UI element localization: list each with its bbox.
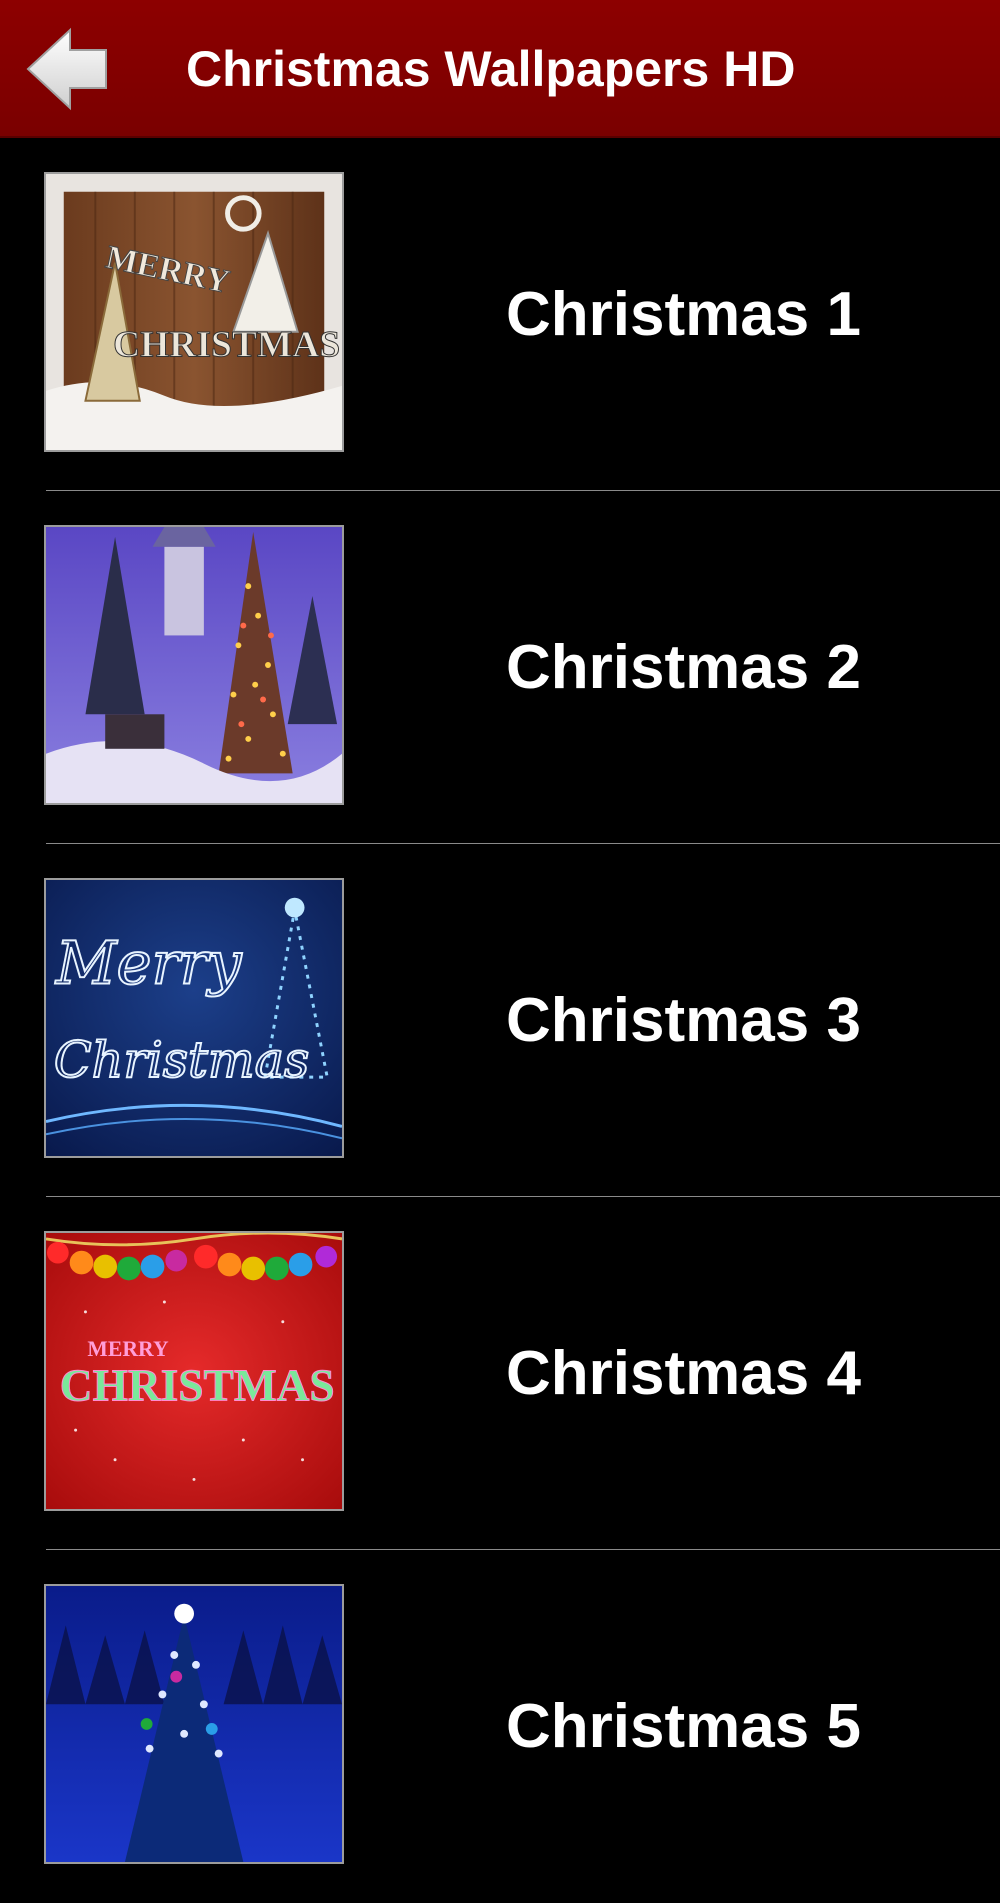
- list-item[interactable]: MERRY CHRISTMAS Christmas 4: [0, 1197, 1000, 1550]
- thumb-text-line2: Christmas: [54, 1031, 309, 1089]
- list-item-label: Christmas 4: [506, 1339, 861, 1408]
- list-item[interactable]: Christmas 5: [0, 1550, 1000, 1903]
- wallpaper-thumbnail: [44, 525, 344, 805]
- list-item[interactable]: Merry Christmas Christmas 3: [0, 844, 1000, 1197]
- wallpaper-thumbnail: Merry Christmas: [44, 878, 344, 1158]
- list-item[interactable]: Christmas 2: [0, 491, 1000, 844]
- wallpaper-thumbnail: [44, 1584, 344, 1864]
- thumb-text-line1: Merry: [55, 929, 243, 998]
- page-title: Christmas Wallpapers HD: [186, 41, 796, 97]
- list-item[interactable]: MERRY CHRISTMAS Christmas 1: [0, 138, 1000, 491]
- list-item-label: Christmas 5: [506, 1692, 861, 1761]
- list-item-label: Christmas 1: [506, 280, 861, 349]
- back-button[interactable]: [24, 26, 110, 112]
- wallpaper-thumbnail: MERRY CHRISTMAS: [44, 172, 344, 452]
- list-item-label: Christmas 2: [506, 633, 861, 702]
- wallpaper-list: MERRY CHRISTMAS Christmas 1 Christmas 2 …: [0, 138, 1000, 1903]
- thumb-text-line1: MERRY: [87, 1337, 169, 1361]
- back-arrow-icon: [26, 27, 107, 111]
- list-item-label: Christmas 3: [506, 986, 861, 1055]
- navigation-bar: Christmas Wallpapers HD: [0, 0, 1000, 138]
- thumb-text-line2: CHRISTMAS: [113, 324, 340, 365]
- thumb-text-line2: CHRISTMAS: [60, 1361, 335, 1411]
- wallpaper-thumbnail: MERRY CHRISTMAS: [44, 1231, 344, 1511]
